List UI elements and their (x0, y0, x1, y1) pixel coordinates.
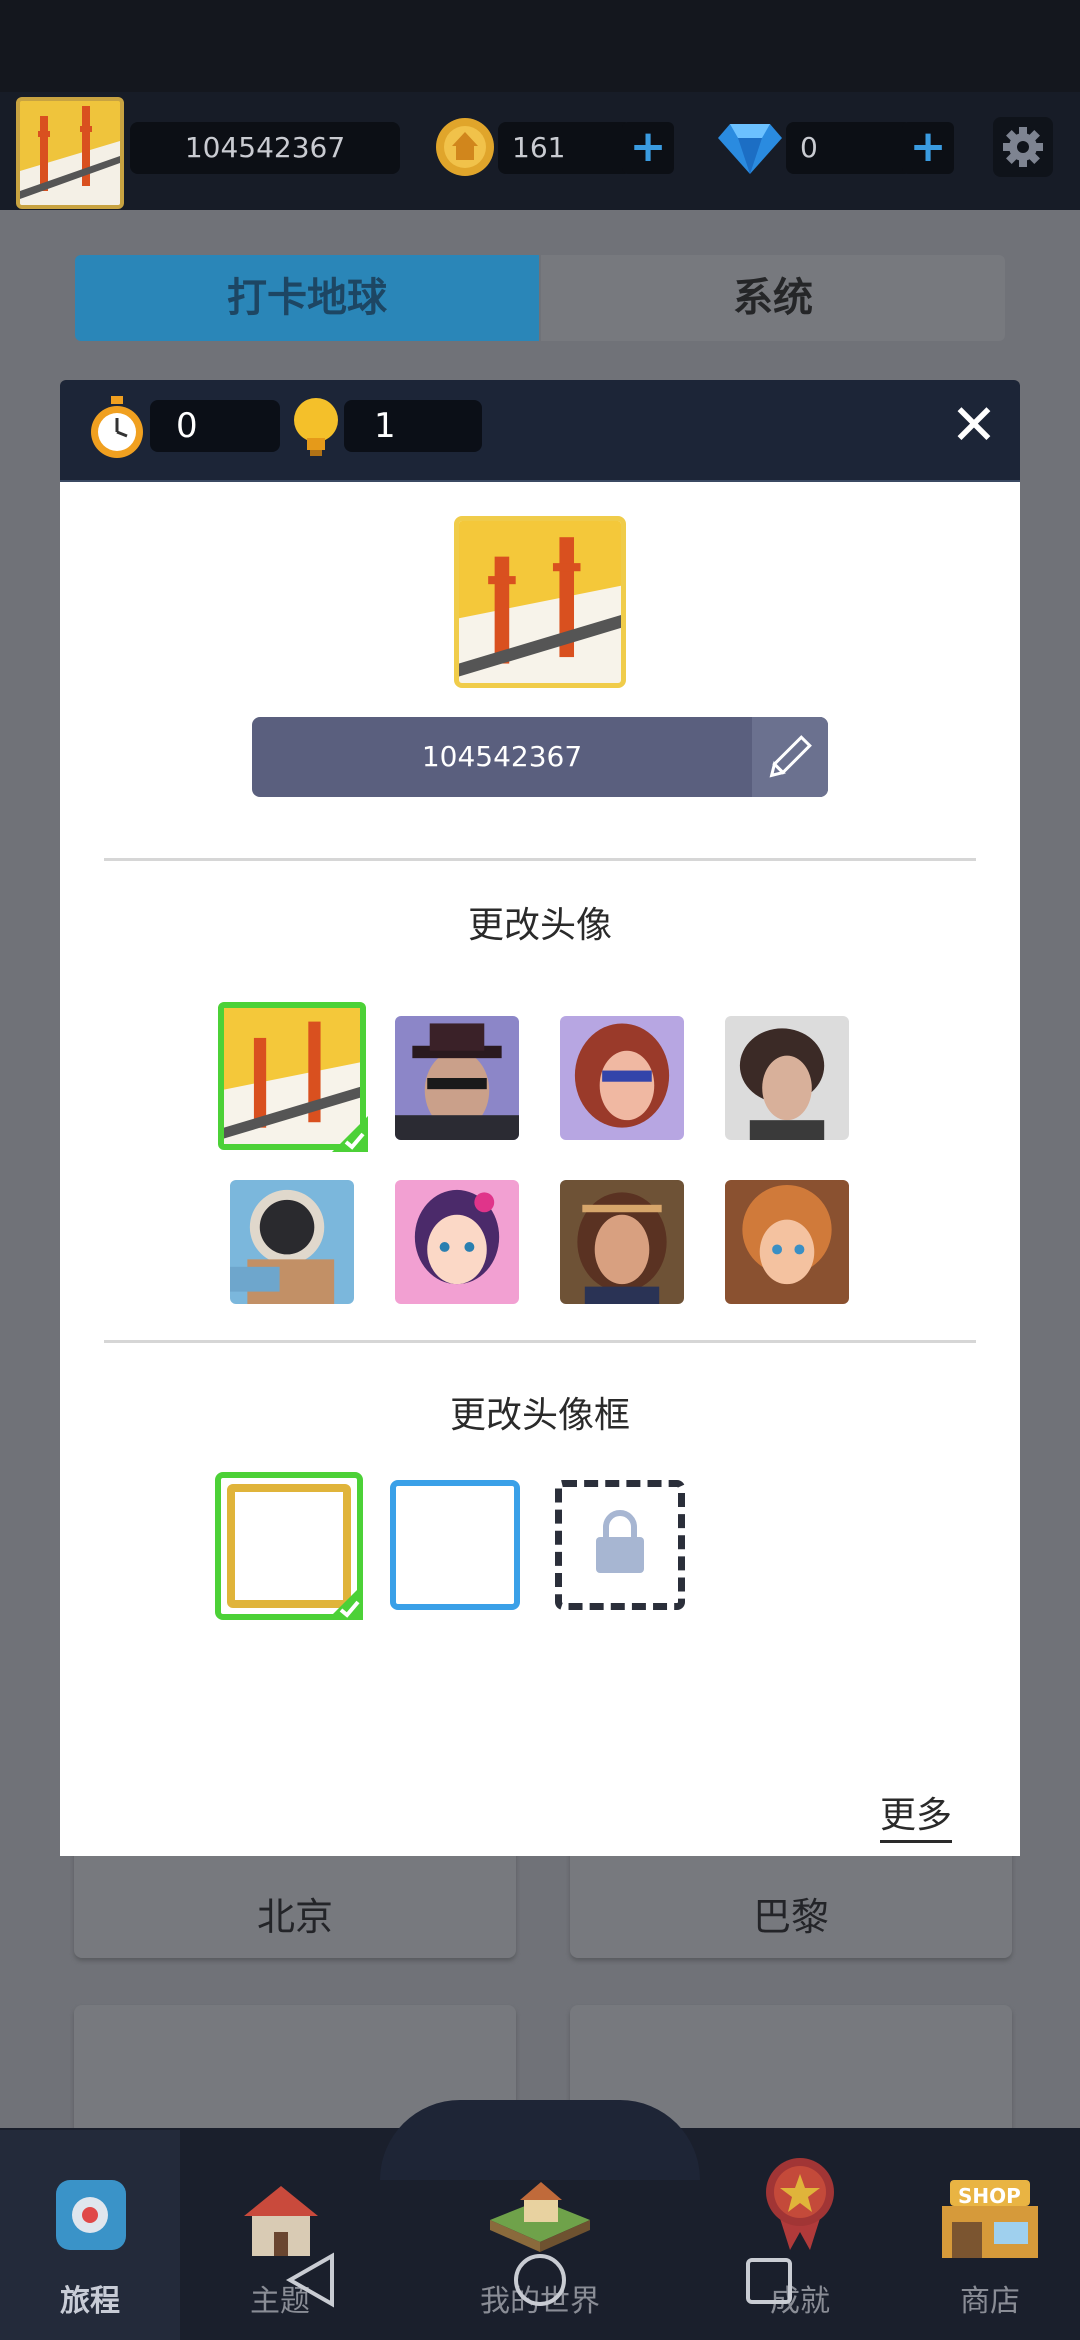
shop-badge: SHOP (958, 2184, 1021, 2208)
avatar-option-masked-woman[interactable] (560, 1016, 684, 1140)
lightbulb-icon (288, 394, 344, 460)
city-card-beijing[interactable]: 北京 (74, 1840, 516, 1958)
journey-icon (56, 2180, 126, 2250)
nav-label: 成就 (770, 2284, 830, 2319)
city-card-label: 北京 (256, 1895, 333, 1939)
frame-section-title: 更改头像框 (449, 1395, 630, 1436)
golden-gate-bridge-icon (20, 101, 120, 205)
frame-option-blue[interactable] (390, 1480, 520, 1610)
recents-icon[interactable] (744, 2256, 794, 2306)
house-icon (244, 2186, 318, 2256)
pencil-icon[interactable] (752, 717, 828, 797)
coin-icon (434, 116, 496, 178)
medal-icon (766, 2158, 834, 2250)
golden-gate-bridge-icon (459, 521, 621, 683)
add-coins-button[interactable]: + (622, 122, 674, 174)
avatar-option-headband-girl[interactable] (560, 1180, 684, 1304)
status-bar (0, 0, 1080, 92)
nav-label: 旅程 (60, 2284, 120, 2319)
shop-icon (942, 2180, 1038, 2258)
tab-system[interactable]: 系统 (541, 255, 1005, 341)
close-icon[interactable]: ✕ (948, 398, 1000, 454)
nav-shop[interactable]: SHOP 商店 (900, 2130, 1080, 2340)
avatar-option-masked-man[interactable] (395, 1016, 519, 1140)
tab-checkin-earth[interactable]: 打卡地球 (75, 255, 539, 341)
divider (104, 858, 976, 861)
player-name-field[interactable]: 104542367 (252, 717, 828, 797)
player-id-display: 104542367 (130, 122, 400, 174)
nav-label: 商店 (960, 2284, 1020, 2319)
avatar-section-title: 更改头像 (467, 905, 612, 946)
coin-count: 161 (498, 122, 632, 174)
diamond-count: 0 (786, 122, 912, 174)
nav-achievements[interactable]: 成就 (710, 2130, 890, 2340)
city-card-label: 巴黎 (752, 1895, 829, 1939)
city-card-paris[interactable]: 巴黎 (570, 1840, 1012, 1958)
settings-gear-icon[interactable] (993, 117, 1053, 177)
more-link[interactable]: 更多 (880, 1786, 953, 1843)
add-diamonds-button[interactable]: + (902, 122, 954, 174)
island-icon (490, 2182, 590, 2252)
frame-option-locked[interactable] (555, 1480, 685, 1610)
avatar-option-astronaut[interactable] (230, 1180, 354, 1304)
timer-count: 0 (150, 400, 280, 452)
home-icon[interactable] (512, 2252, 568, 2308)
checkmark-icon (332, 1116, 368, 1152)
current-avatar (454, 516, 626, 688)
checkmark-icon (327, 1584, 363, 1620)
divider (104, 1340, 976, 1343)
lock-icon (596, 1510, 644, 1573)
avatar-option-beethoven[interactable] (725, 1016, 849, 1140)
nav-journey[interactable]: 旅程 (0, 2130, 180, 2340)
player-name-value: 104542367 (421, 740, 583, 773)
back-icon[interactable] (280, 2250, 340, 2310)
diamond-icon (716, 118, 784, 176)
avatar-option-purple-hair-girl[interactable] (395, 1180, 519, 1304)
avatar-option-curly-hair-kid[interactable] (725, 1180, 849, 1304)
player-avatar[interactable] (16, 97, 124, 209)
nav-my-world[interactable]: 我的世界 (450, 2130, 630, 2340)
hint-count: 1 (344, 400, 482, 452)
profile-dialog (60, 482, 1020, 1856)
stopwatch-icon (86, 394, 148, 460)
